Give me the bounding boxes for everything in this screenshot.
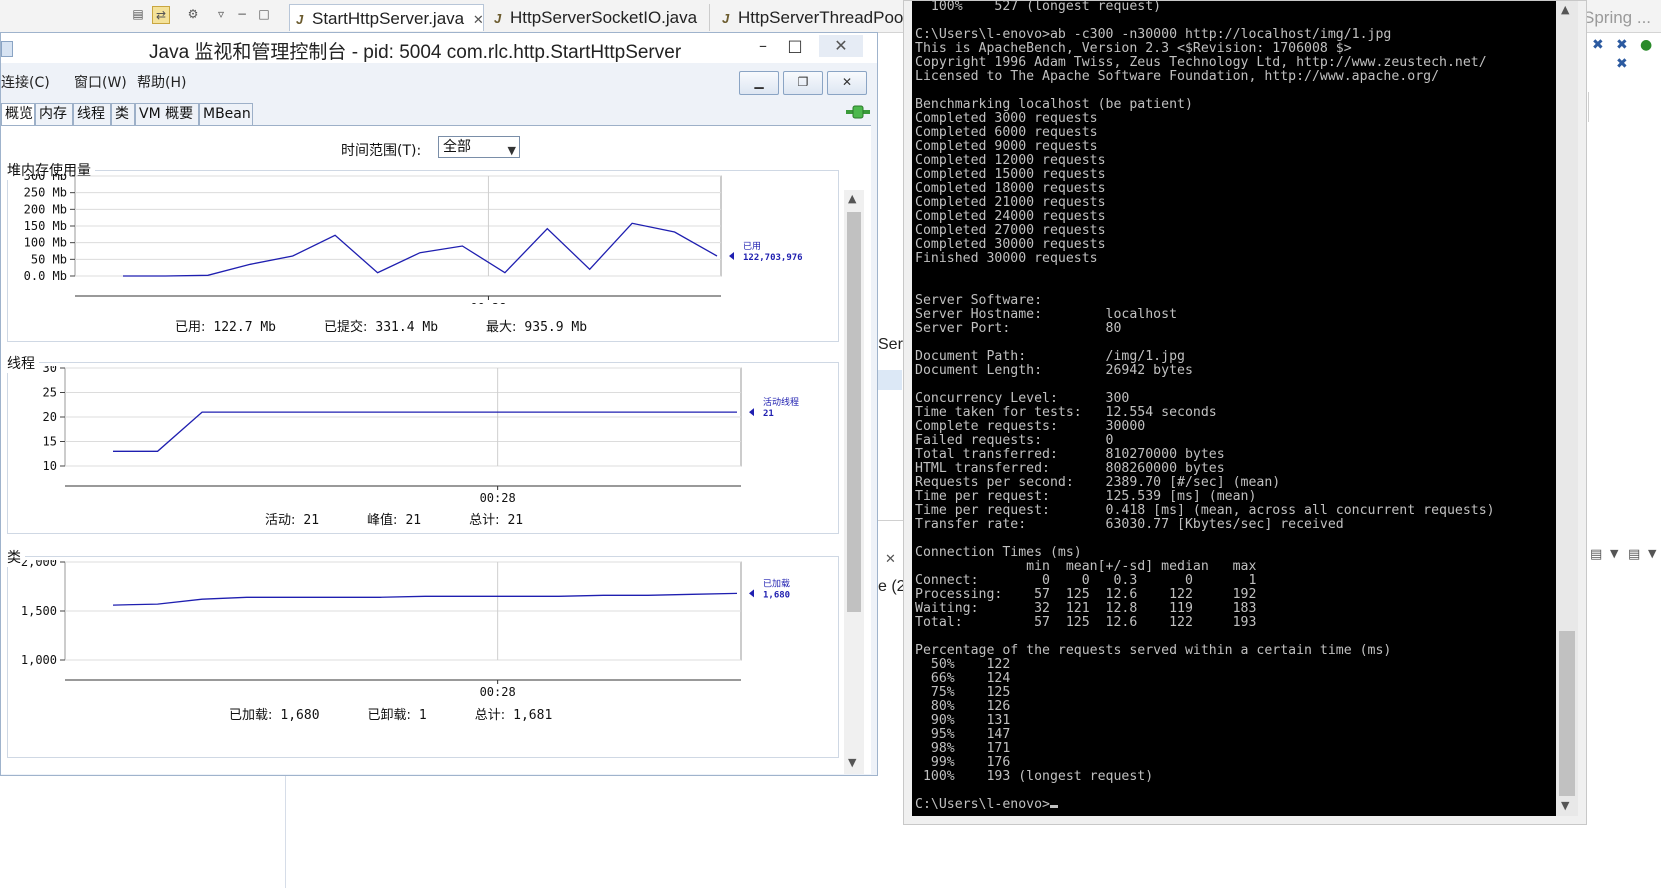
legend-label: 活动线程: [763, 396, 799, 408]
vertical-scrollbar[interactable]: ▲ ▼: [844, 190, 864, 774]
overview-content: 时间范围(T): 全部 ▼ 堆内存使用量 0.0 Mb 50 Mb 100 Mb 15…: [1, 125, 871, 774]
legend-value: 1,680: [763, 590, 790, 600]
time-range-label: 时间范围(T):: [341, 143, 422, 159]
classes-stats: 已加载: 1,680 已卸载: 1 总计: 1,681: [229, 708, 553, 723]
tab-http-server-socket-io[interactable]: J HttpServerSocketIO.java: [488, 4, 710, 31]
view-menu-icon[interactable]: ▿: [213, 6, 229, 22]
legend-marker: [729, 252, 734, 260]
threads-stats: 活动: 21 峰值: 21 总计: 21: [265, 513, 524, 528]
tab-classes[interactable]: 类: [111, 103, 135, 125]
scroll-up-icon[interactable]: ▲: [848, 192, 856, 205]
legend-marker: [749, 589, 754, 598]
jconsole-window: Java 监视和管理控制台 - pid: 5004 com.rlc.http.S…: [0, 32, 878, 776]
y-tick-label: 0.0 Mb: [24, 269, 67, 283]
right-toolbar-fragment: ✖ ✖ ● ✖: [1588, 34, 1661, 94]
cursor: [1049, 805, 1058, 808]
tab-start-http-server[interactable]: J StartHttpServer.java ✕: [289, 4, 484, 31]
divider: [1588, 92, 1589, 122]
legend-label: 已用: [743, 241, 761, 252]
debug-icon[interactable]: ✖: [1592, 37, 1604, 53]
y-tick-label: 10: [43, 459, 57, 473]
add-icon[interactable]: ●: [1640, 37, 1652, 53]
y-tick-label: 2,000: [21, 560, 57, 569]
console-text: 100% 527 (longest request) C:\Users\l-en…: [915, 1, 1495, 812]
jconsole-titlebar[interactable]: Java 监视和管理控制台 - pid: 5004 com.rlc.http.S…: [1, 33, 877, 63]
y-tick-label: 25: [43, 386, 57, 400]
scroll-up-icon[interactable]: ▲: [1561, 3, 1569, 16]
chevron-down-icon[interactable]: ▼: [1648, 547, 1656, 560]
y-tick-label: 100 Mb: [24, 236, 67, 250]
classes-chart: 1,000 1,500 2,000 00:28 已加载1,680: [21, 560, 790, 699]
menu-window[interactable]: 窗口(W): [74, 72, 127, 92]
legend-marker: [749, 408, 754, 417]
y-tick-label: 20: [43, 410, 57, 424]
menu-connection[interactable]: 连接(C): [1, 72, 50, 92]
skip-breakpoints-icon[interactable]: ✖: [1616, 37, 1628, 53]
java-file-icon: J: [494, 11, 502, 26]
app-icon: [1, 41, 13, 57]
chevron-down-icon: ▼: [507, 144, 516, 157]
chevron-down-icon[interactable]: ▼: [1610, 547, 1618, 560]
console-icon[interactable]: ▤: [1590, 547, 1602, 562]
maximize-button[interactable]: □: [785, 35, 805, 57]
heap-stats: 已用: 122.7 Mb 已提交: 331.4 Mb 最大: 935.9 Mb: [175, 320, 588, 335]
x-tick-label: 00:28: [480, 491, 516, 505]
x-tick-label: 00:28: [470, 301, 506, 304]
y-tick-label: 150 Mb: [24, 219, 67, 233]
divider: [285, 776, 286, 888]
inner-close-button[interactable]: ✕: [827, 71, 867, 95]
inner-restore-button[interactable]: ❐: [783, 71, 823, 95]
console-scrollbar[interactable]: ▲ ▼: [1556, 1, 1578, 816]
legend-label: 已加载: [763, 577, 790, 589]
heap-chart: 0.0 Mb 50 Mb 100 Mb 150 Mb 200 Mb 250 Mb 300 M…: [24, 174, 803, 304]
legend-value: 21: [763, 409, 774, 419]
time-range-select[interactable]: 全部 ▼: [438, 136, 520, 158]
y-tick-label: 300 Mb: [24, 174, 67, 183]
y-tick-label: 15: [43, 435, 57, 449]
remove-icon[interactable]: ✖: [1616, 56, 1628, 72]
connection-icon[interactable]: [846, 105, 870, 119]
legend-value: 122,703,976: [743, 253, 803, 263]
filter-icon[interactable]: ⚙: [185, 6, 201, 22]
java-file-icon: J: [722, 11, 730, 26]
console-output[interactable]: 100% 527 (longest request) C:\Users\l-en…: [912, 1, 1556, 816]
maximize-icon[interactable]: □: [256, 6, 272, 22]
scroll-down-icon[interactable]: ▼: [848, 756, 856, 769]
tab-vm-summary[interactable]: VM 概要: [135, 103, 199, 125]
display-console-icon[interactable]: ▤: [1628, 547, 1640, 562]
scroll-down-icon[interactable]: ▼: [1561, 799, 1569, 812]
y-tick-label: 50 Mb: [31, 252, 67, 266]
inner-minimize-button[interactable]: ▁: [739, 71, 779, 95]
y-tick-label: 30: [43, 366, 57, 375]
minimize-icon[interactable]: −: [234, 6, 250, 22]
close-button[interactable]: ✕: [819, 35, 863, 57]
cmd-window: 100% 527 (longest request) C:\Users\l-en…: [903, 0, 1587, 825]
scrollbar-thumb[interactable]: [1559, 631, 1575, 796]
tab-overview[interactable]: 概览: [1, 103, 35, 125]
threads-chart: 10 15 20 25 30 00:28 活动线程21: [43, 366, 799, 505]
right-toolbar-fragment-2: ▤ ▼ ▤ ▼: [1588, 545, 1661, 569]
close-tab-icon[interactable]: ✕: [473, 12, 484, 27]
x-tick-label: 00:28: [480, 685, 516, 699]
scrollbar-thumb[interactable]: [847, 212, 861, 612]
link-editor-icon[interactable]: ⇄: [152, 6, 170, 24]
close-view-icon[interactable]: ✕: [885, 552, 896, 567]
selected-row-fragment: [878, 370, 902, 390]
y-tick-label: 200 Mb: [24, 202, 67, 216]
y-tick-label: 1,500: [21, 604, 57, 618]
tab-memory[interactable]: 内存: [35, 103, 73, 125]
tab-http-server-thread-pool[interactable]: J HttpServerThreadPool: [716, 4, 906, 31]
tab-mbean[interactable]: MBean: [199, 103, 253, 125]
window-title: Java 监视和管理控制台 - pid: 5004 com.rlc.http.S…: [149, 42, 682, 63]
menu-help[interactable]: 帮助(H): [137, 72, 186, 92]
y-tick-label: 1,000: [21, 653, 57, 667]
minimize-button[interactable]: –: [753, 35, 773, 57]
tab-threads[interactable]: 线程: [73, 103, 111, 125]
collapse-icon[interactable]: ▤: [130, 6, 146, 22]
perspective-label[interactable]: Spring ...: [1583, 8, 1651, 28]
view-fragment-text: e (2: [878, 578, 906, 595]
java-file-icon: J: [296, 12, 304, 27]
y-tick-label: 250 Mb: [24, 186, 67, 200]
divider: [878, 520, 903, 521]
